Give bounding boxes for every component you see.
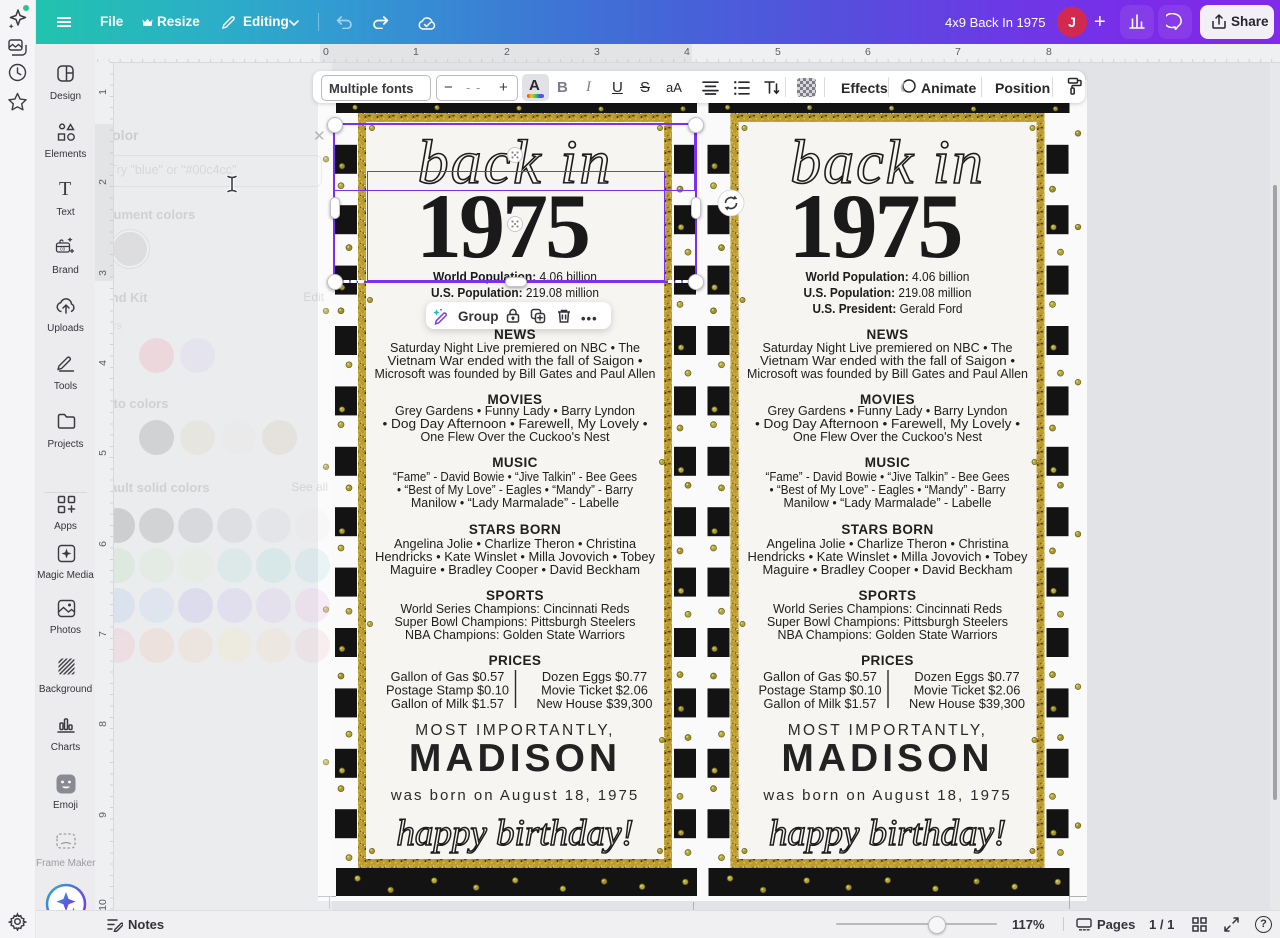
- svg-text:co: co: [60, 247, 66, 253]
